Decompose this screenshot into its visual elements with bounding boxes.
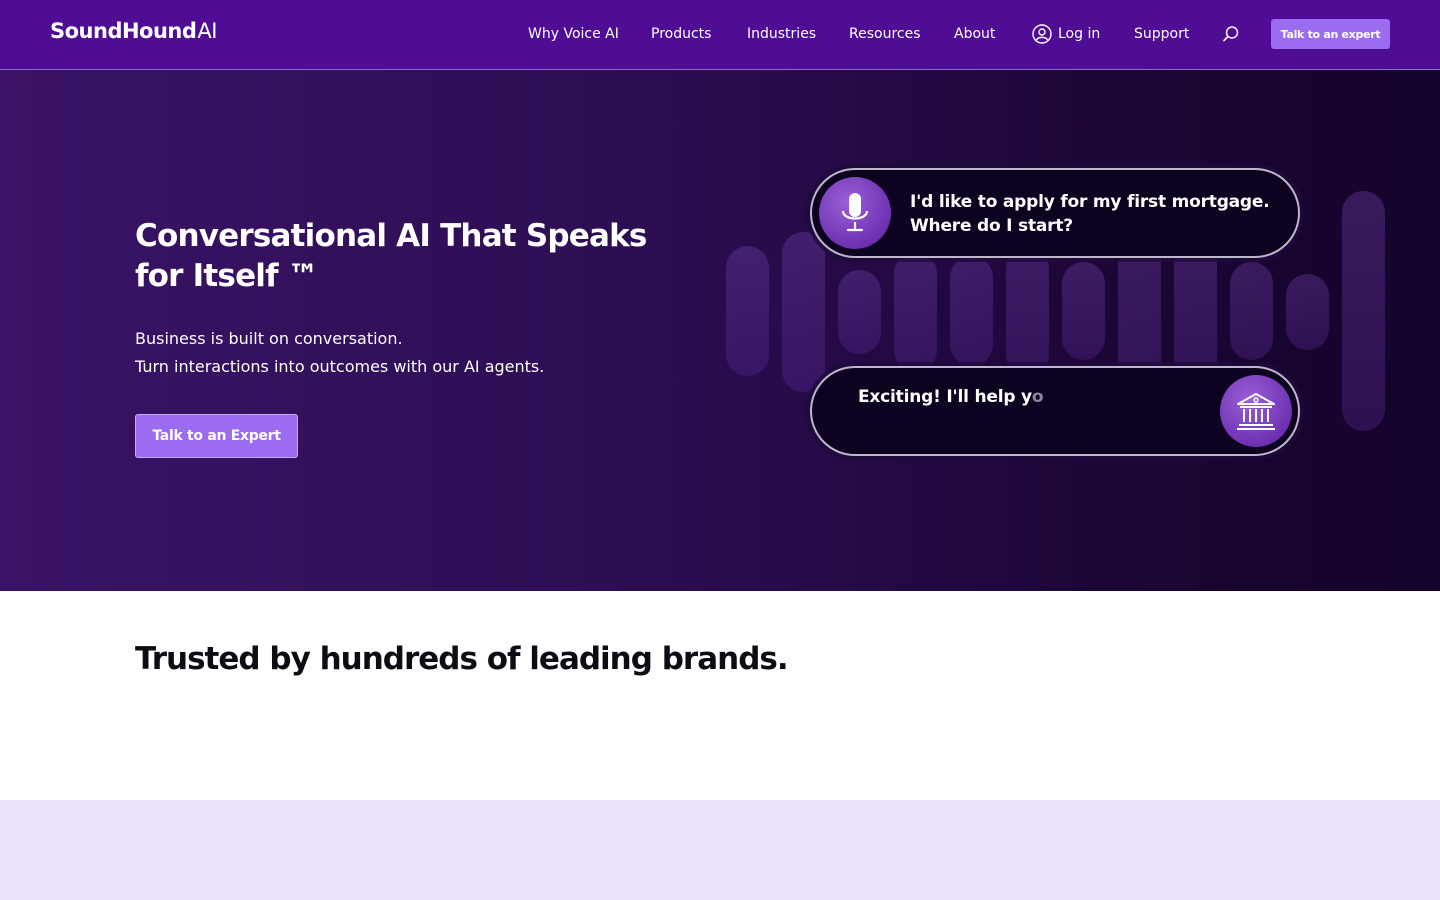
nav-about[interactable]: About <box>954 26 995 42</box>
talk-to-expert-hero-button[interactable]: Talk to an Expert <box>135 414 298 458</box>
question-line-2: Where do I start? <box>910 216 1073 236</box>
nav-resources[interactable]: Resources <box>849 26 921 42</box>
bank-icon <box>1220 375 1292 447</box>
nav-support[interactable]: Support <box>1134 26 1189 42</box>
user-question-text: I'd like to apply for my first mortgage.… <box>910 190 1270 238</box>
login-link[interactable]: Log in <box>1032 24 1100 44</box>
trusted-brands-section: Trusted by hundreds of leading brands. <box>0 591 1440 800</box>
hero-section: Conversational AI That Speaks for Itself… <box>0 70 1440 591</box>
waveform-bar <box>894 252 937 372</box>
brands-title: Trusted by hundreds of leading brands. <box>135 641 789 677</box>
ai-answer-bubble: Exciting! I'll help yo <box>810 366 1300 456</box>
waveform-bar <box>782 232 825 392</box>
hero-title: Conversational AI That Speaks for Itself… <box>135 218 647 294</box>
waveform-bar <box>1342 191 1385 431</box>
logo-ai-suffix: AI <box>197 19 217 43</box>
waveform-bar <box>838 270 881 354</box>
ai-answer-text: Exciting! I'll help yo <box>858 385 1044 409</box>
waveform-bar <box>950 256 993 366</box>
lavender-section <box>0 800 1440 900</box>
waveform-bar <box>726 246 769 376</box>
answer-visible-text: Exciting! I'll help y <box>858 387 1032 407</box>
talk-to-expert-nav-button[interactable]: Talk to an expert <box>1271 19 1390 49</box>
waveform-bar <box>1062 262 1105 360</box>
waveform-bar <box>1174 240 1217 386</box>
hero-subtitle-line-2: Turn interactions into outcomes with our… <box>135 357 545 376</box>
nav-products[interactable]: Products <box>651 26 711 42</box>
hero-subtitle-line-1: Business is built on conversation. <box>135 329 403 348</box>
nav-why-voice-ai[interactable]: Why Voice AI <box>528 26 619 42</box>
login-label: Log in <box>1058 26 1101 42</box>
soundhound-logo[interactable]: SoundHoundAI <box>50 19 217 43</box>
user-circle-icon <box>1032 24 1052 44</box>
answer-fading-text: o <box>1031 387 1044 407</box>
microphone-icon <box>819 177 891 249</box>
waveform-bar <box>1006 246 1049 376</box>
logo-wordmark: SoundHound <box>50 19 197 43</box>
hero-subtitle: Business is built on conversation. Turn … <box>135 325 544 381</box>
nav-industries[interactable]: Industries <box>747 26 816 42</box>
waveform-bar <box>1286 274 1329 350</box>
user-question-bubble: I'd like to apply for my first mortgage.… <box>810 168 1300 258</box>
search-icon[interactable] <box>1222 25 1240 47</box>
waveform-bar <box>1230 262 1273 360</box>
top-navigation: SoundHoundAI Why Voice AI Products Indus… <box>0 0 1440 70</box>
question-line-1: I'd like to apply for my first mortgage. <box>910 192 1270 212</box>
